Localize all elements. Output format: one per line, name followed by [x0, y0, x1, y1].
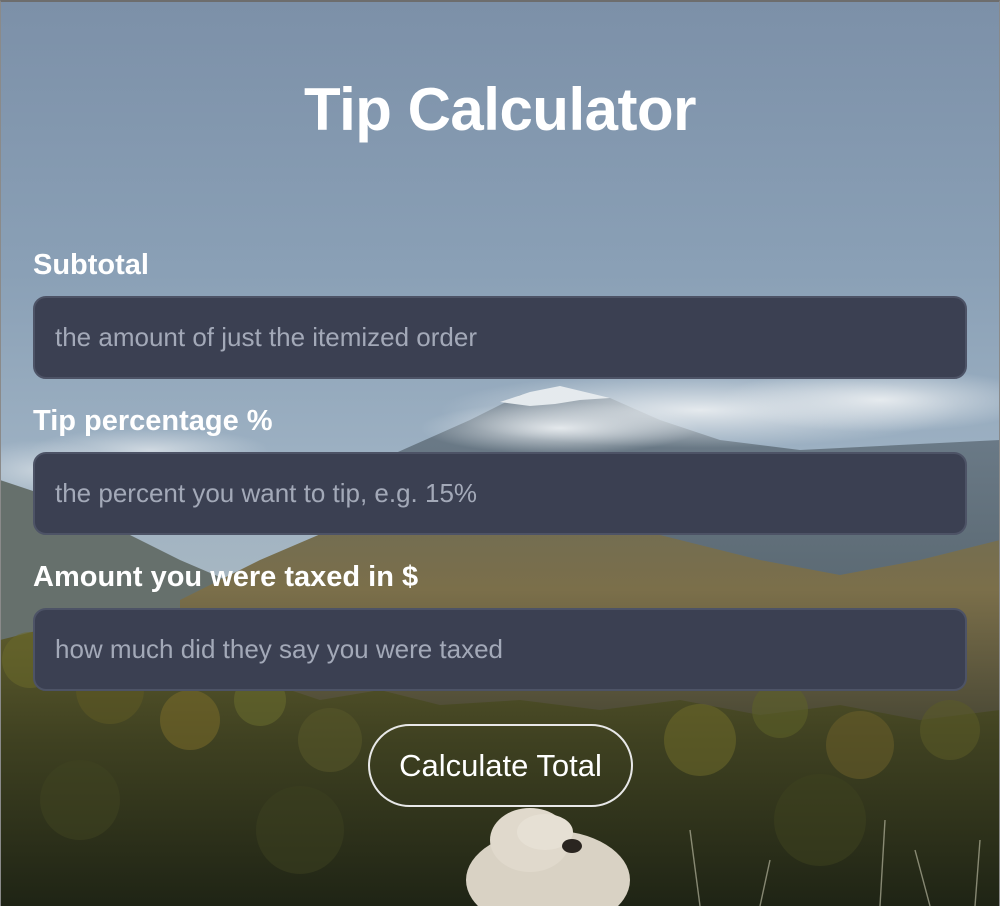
tax-amount-label: Amount you were taxed in $	[33, 561, 419, 593]
tip-calculator-form: Tip Calculator Subtotal Tip percentage %…	[0, 0, 1000, 906]
tax-amount-input[interactable]	[33, 608, 967, 691]
page-title: Tip Calculator	[304, 76, 696, 143]
tip-percentage-label: Tip percentage %	[33, 405, 273, 437]
calculate-total-button[interactable]: Calculate Total	[368, 724, 633, 807]
tip-percentage-input[interactable]	[33, 452, 967, 535]
subtotal-label: Subtotal	[33, 249, 149, 281]
subtotal-input[interactable]	[33, 296, 967, 379]
